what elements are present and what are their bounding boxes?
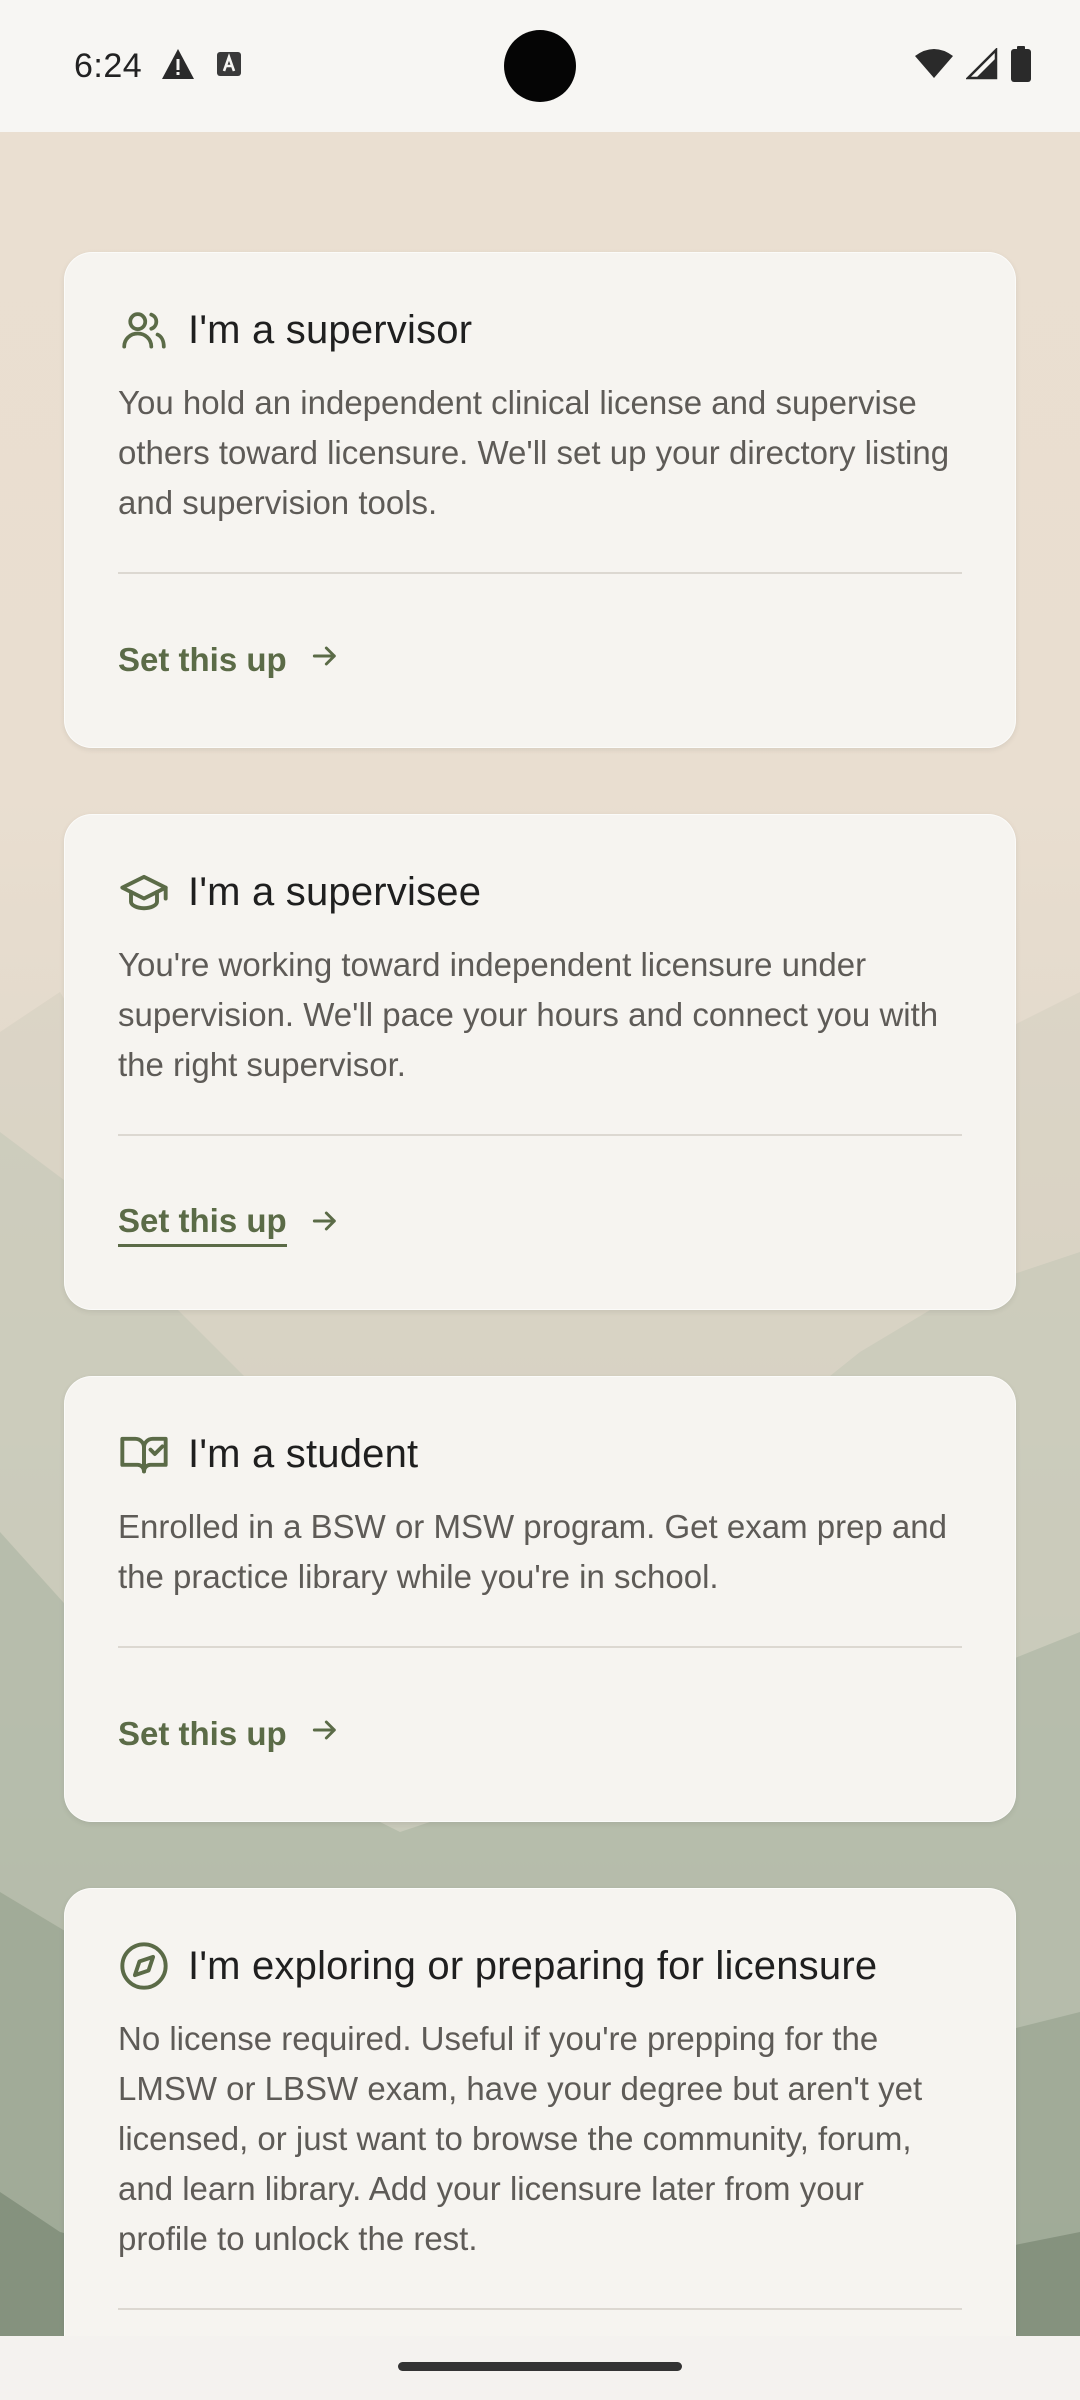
card-description: You're working toward independent licens… bbox=[118, 946, 939, 1083]
divider bbox=[118, 572, 962, 574]
card-description: Enrolled in a BSW or MSW program. Get ex… bbox=[118, 1508, 947, 1595]
card-student[interactable]: I'm a student Enrolled in a BSW or MSW p… bbox=[64, 1376, 1016, 1822]
card-title: I'm a supervisee bbox=[188, 869, 482, 914]
arrow-right-icon bbox=[309, 640, 341, 680]
camera-cutout bbox=[504, 30, 576, 102]
background-landscape: I'm a supervisor You hold an independent… bbox=[0, 132, 1080, 2336]
book-check-icon bbox=[118, 1428, 170, 1480]
battery-icon bbox=[1010, 45, 1032, 87]
card-title: I'm a student bbox=[188, 1431, 419, 1476]
card-title: I'm exploring or preparing for licensure bbox=[188, 1943, 878, 1988]
divider bbox=[118, 1134, 962, 1136]
text-a-icon bbox=[214, 49, 244, 84]
set-up-student-button[interactable]: Set this up bbox=[118, 1714, 341, 1754]
cta-label: Set this up bbox=[118, 641, 287, 678]
cta-label: Set this up bbox=[118, 1715, 287, 1752]
card-description: You hold an independent clinical license… bbox=[118, 384, 950, 521]
divider bbox=[118, 1646, 962, 1648]
users-icon bbox=[118, 304, 170, 356]
card-exploring[interactable]: I'm exploring or preparing for licensure… bbox=[64, 1888, 1016, 2336]
arrow-right-icon bbox=[309, 1714, 341, 1754]
card-description: No license required. Useful if you're pr… bbox=[118, 2020, 923, 2257]
arrow-right-icon bbox=[309, 1205, 341, 1245]
graduation-cap-icon bbox=[118, 866, 170, 918]
card-supervisor[interactable]: I'm a supervisor You hold an independent… bbox=[64, 252, 1016, 748]
card-supervisee[interactable]: I'm a supervisee You're working toward i… bbox=[64, 814, 1016, 1310]
compass-icon bbox=[118, 1940, 170, 1992]
cellular-icon bbox=[964, 46, 998, 85]
set-up-supervisee-button[interactable]: Set this up bbox=[118, 1202, 341, 1247]
divider bbox=[118, 2308, 962, 2310]
cta-label: Set this up bbox=[118, 1202, 287, 1247]
home-gesture-handle[interactable] bbox=[398, 2362, 682, 2371]
status-time: 6:24 bbox=[74, 46, 143, 85]
wifi-icon bbox=[914, 48, 954, 85]
set-up-supervisor-button[interactable]: Set this up bbox=[118, 640, 341, 680]
warning-icon bbox=[160, 47, 196, 86]
card-title: I'm a supervisor bbox=[188, 307, 473, 352]
